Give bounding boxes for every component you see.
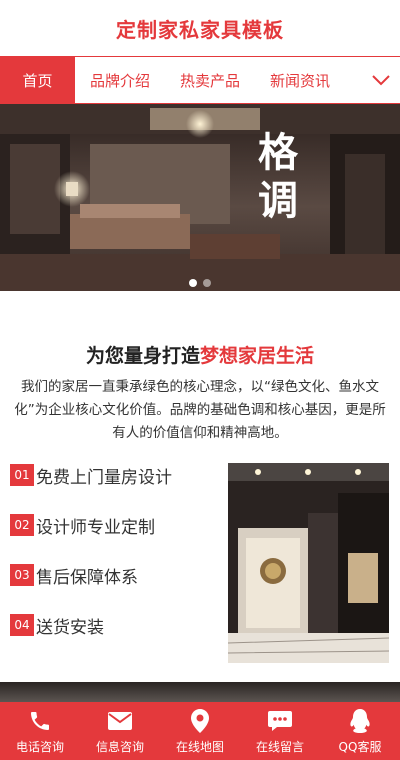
- feature-text: 售后保障体系: [36, 567, 138, 588]
- bar-item-label: QQ客服: [338, 739, 382, 754]
- feature-number: 03: [10, 564, 34, 586]
- bar-item-label: 电话咨询: [15, 739, 64, 754]
- footer-strip: [0, 682, 400, 702]
- intro-title: 为您量身打造梦想家居生活: [0, 341, 400, 368]
- bar-item-phone[interactable]: 电话咨询: [0, 702, 80, 760]
- feature-text: 送货安装: [36, 617, 104, 638]
- phone-icon: [27, 708, 53, 734]
- feature-text: 设计师专业定制: [36, 517, 155, 538]
- bar-item-guestbook[interactable]: 在线留言: [240, 702, 320, 760]
- banner-image: 格 调: [0, 104, 400, 291]
- map-pin-icon: [187, 708, 213, 734]
- interior-photo: [228, 463, 389, 663]
- feature-item: 04 送货安装: [10, 613, 172, 638]
- nav-item-home[interactable]: 首页: [0, 57, 75, 103]
- site-title: 定制家私家具模板: [116, 17, 284, 42]
- nav-item-brand[interactable]: 品牌介绍: [75, 57, 165, 103]
- feature-number: 04: [10, 614, 34, 636]
- feature-number: 01: [10, 464, 34, 486]
- main-nav: 首页 品牌介绍 热卖产品 新闻资讯: [0, 56, 400, 104]
- chat-icon: [267, 708, 293, 734]
- intro-title-prefix: 为您量身打造: [85, 345, 200, 367]
- site-header: 定制家私家具模板: [0, 0, 400, 56]
- bar-item-message[interactable]: 信息咨询: [80, 702, 160, 760]
- bar-item-qq[interactable]: QQ客服: [320, 702, 400, 760]
- banner-heading-char-1: 格: [258, 129, 299, 176]
- bar-item-map[interactable]: 在线地图: [160, 702, 240, 760]
- banner-dot-1[interactable]: [189, 279, 197, 287]
- mail-icon: [107, 708, 133, 734]
- intro-section: 为您量身打造梦想家居生活 我们的家居一直秉承绿色的核心理念，以“绿色文化、鱼水文…: [0, 341, 400, 445]
- qq-icon: [347, 708, 373, 734]
- bar-item-label: 信息咨询: [95, 739, 144, 754]
- bottom-contact-bar: 电话咨询 信息咨询 在线地图 在线留言 QQ客服: [0, 702, 400, 760]
- feature-number: 02: [10, 514, 34, 536]
- chevron-down-icon[interactable]: [370, 69, 392, 91]
- nav-item-news[interactable]: 新闻资讯: [255, 57, 345, 103]
- intro-text: 我们的家居一直秉承绿色的核心理念，以“绿色文化、鱼水文化”为企业核心文化价值。品…: [14, 379, 386, 441]
- feature-list: 01 免费上门量房设计 02 设计师专业定制 03 售后保障体系 04 送货安装: [10, 463, 172, 663]
- banner-pagination: [0, 279, 400, 287]
- feature-item: 01 免费上门量房设计: [10, 463, 172, 488]
- feature-item: 03 售后保障体系: [10, 563, 172, 588]
- page: 定制家私家具模板 首页 品牌介绍 热卖产品 新闻资讯 格 调 为您量身打造梦想家…: [0, 0, 400, 760]
- feature-item: 02 设计师专业定制: [10, 513, 172, 538]
- hero-banner[interactable]: 格 调: [0, 104, 400, 291]
- features-section: 01 免费上门量房设计 02 设计师专业定制 03 售后保障体系 04 送货安装: [0, 463, 400, 678]
- nav-item-products[interactable]: 热卖产品: [165, 57, 255, 103]
- banner-dot-2[interactable]: [203, 279, 211, 287]
- intro-title-highlight: 梦想家居生活: [200, 345, 315, 367]
- banner-heading-char-2: 调: [258, 177, 298, 224]
- feature-text: 免费上门量房设计: [36, 467, 172, 488]
- bar-item-label: 在线留言: [255, 739, 304, 754]
- bar-item-label: 在线地图: [175, 739, 224, 754]
